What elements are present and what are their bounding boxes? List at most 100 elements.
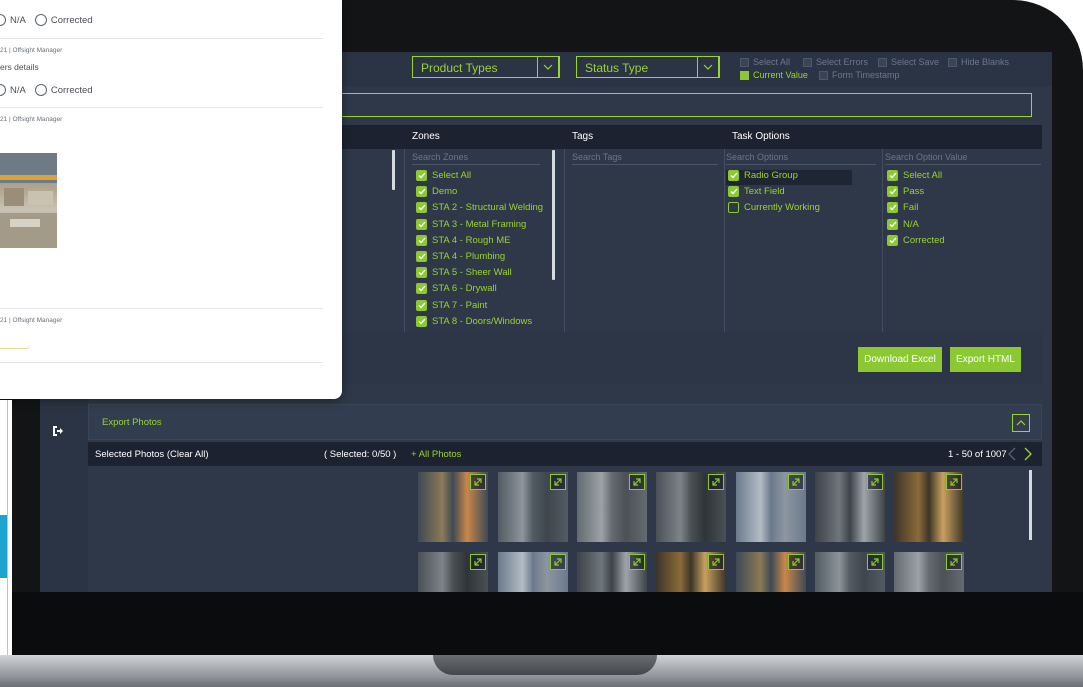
checkbox-checked-icon[interactable] — [887, 218, 898, 230]
checkbox[interactable] — [948, 57, 957, 67]
select-all-option[interactable]: Select All — [740, 57, 790, 67]
zones-scrollbar[interactable] — [552, 150, 555, 280]
product-types-select[interactable]: Product Types — [412, 56, 560, 78]
search-option-value-input[interactable]: Search Option Value — [885, 152, 1041, 165]
search-tags-input[interactable]: Search Tags — [572, 152, 718, 165]
checkbox-checked-icon[interactable] — [416, 218, 427, 230]
checkbox-item[interactable]: STA 8 - Doors/Windows — [416, 315, 532, 327]
checkbox-item[interactable]: Select All — [416, 170, 471, 181]
checkbox-checked-icon[interactable] — [416, 283, 427, 295]
photo-thumbnail[interactable] — [736, 552, 806, 592]
expand-icon[interactable] — [629, 474, 645, 490]
checkbox[interactable] — [878, 57, 887, 67]
checkbox-checked-icon[interactable] — [416, 202, 427, 214]
radio-button[interactable] — [0, 84, 6, 96]
checkbox[interactable] — [819, 70, 828, 80]
checkbox-item[interactable]: Pass — [887, 186, 924, 198]
photo-thumbnail[interactable] — [418, 472, 488, 542]
checkbox[interactable] — [803, 57, 812, 67]
expand-icon[interactable] — [708, 474, 724, 490]
checkbox-item[interactable]: Text Field — [728, 186, 785, 198]
checkbox-item[interactable]: STA 3 - Metal Framing — [416, 218, 526, 230]
checkbox-item[interactable]: Fail — [887, 202, 918, 214]
select-errors-option[interactable]: Select Errors — [803, 57, 868, 67]
photo-thumbnail[interactable] — [577, 472, 647, 542]
collapse-button[interactable] — [1012, 414, 1030, 432]
checkbox-item[interactable]: N/A — [887, 218, 919, 230]
photo-thumbnail[interactable] — [498, 552, 568, 592]
checkbox-item[interactable]: STA 4 - Rough ME — [416, 234, 511, 246]
checkbox-item[interactable]: STA 4 - Plumbing — [416, 251, 505, 262]
photo-thumbnail[interactable] — [894, 552, 964, 592]
radio-button[interactable] — [34, 84, 47, 96]
current-value-option[interactable]: Current Value — [740, 70, 808, 80]
expand-icon[interactable] — [629, 554, 645, 570]
checkbox-item[interactable]: STA 2 - Structural Welding — [416, 202, 543, 214]
scrollbar[interactable] — [392, 150, 395, 190]
expand-icon[interactable] — [550, 554, 566, 570]
photo-thumbnail[interactable] — [894, 472, 964, 542]
radio-button[interactable] — [0, 14, 6, 26]
checkbox-item[interactable]: Radio Group — [728, 170, 798, 181]
checkbox[interactable] — [740, 57, 749, 67]
chevron-right-icon[interactable] — [1022, 446, 1034, 462]
checkbox-checked-icon[interactable] — [416, 170, 427, 181]
hide-blanks-option[interactable]: Hide Blanks — [948, 57, 1009, 67]
expand-icon[interactable] — [788, 474, 804, 490]
checkbox-item[interactable]: STA 7 - Paint — [416, 299, 487, 311]
checkbox-checked-icon[interactable] — [416, 186, 427, 198]
chevron-left-icon[interactable] — [1006, 446, 1018, 462]
checkbox-unchecked-icon[interactable] — [728, 202, 739, 214]
all-photos-link[interactable]: + All Photos — [411, 449, 461, 460]
form-timestamp-option[interactable]: Form Timestamp — [819, 70, 900, 80]
checkbox-item[interactable]: STA 5 - Sheer Wall — [416, 267, 512, 279]
checkbox-checked-icon[interactable] — [416, 315, 427, 327]
checkbox-checked-icon[interactable] — [416, 267, 427, 279]
checkbox-checked-icon[interactable] — [887, 234, 898, 246]
site-photo[interactable] — [0, 153, 57, 248]
checkbox-item[interactable]: Select All — [887, 170, 942, 181]
checkbox-item[interactable]: Corrected — [887, 234, 945, 246]
export-html-button[interactable]: Export HTML — [950, 347, 1021, 372]
expand-icon[interactable] — [867, 474, 883, 490]
checkbox-checked-icon[interactable] — [416, 234, 427, 246]
photos-scrollbar[interactable] — [1029, 470, 1032, 540]
radio-button[interactable] — [34, 14, 47, 26]
photo-thumbnail[interactable] — [498, 472, 568, 542]
select-save-option[interactable]: Select Save — [878, 57, 939, 67]
checkbox-checked-icon[interactable] — [416, 251, 427, 262]
expand-icon[interactable] — [788, 554, 804, 570]
selected-photos-clear-all[interactable]: Selected Photos (Clear All) — [95, 449, 209, 460]
photo-thumbnail[interactable] — [577, 552, 647, 592]
checkbox-checked-icon[interactable] — [728, 186, 739, 198]
photo-thumbnail[interactable] — [418, 552, 488, 592]
expand-icon[interactable] — [470, 554, 486, 570]
checkbox-checked-icon[interactable] — [728, 170, 739, 181]
checkbox-checked-icon[interactable] — [887, 186, 898, 198]
expand-icon[interactable] — [946, 474, 962, 490]
status-type-select[interactable]: Status Type — [576, 56, 720, 78]
photo-thumbnail[interactable] — [736, 472, 806, 542]
expand-icon[interactable] — [550, 474, 566, 490]
checkbox-checked-icon[interactable] — [887, 202, 898, 214]
search-zones-input[interactable]: Search Zones — [412, 152, 540, 165]
search-options-input[interactable]: Search Options — [726, 152, 876, 165]
expand-icon[interactable] — [946, 554, 962, 570]
sign-out-icon[interactable] — [52, 425, 64, 437]
expand-icon[interactable] — [470, 474, 486, 490]
checkbox-label: STA 6 - Drywall — [432, 283, 497, 295]
checkbox-item[interactable]: Currently Working — [728, 202, 820, 214]
checkbox-checked-icon[interactable] — [416, 299, 427, 311]
checkbox-checked[interactable] — [740, 70, 749, 80]
checkbox-item[interactable]: Demo — [416, 186, 457, 198]
photo-thumbnail[interactable] — [815, 552, 885, 592]
photo-thumbnail[interactable] — [656, 472, 726, 542]
inspection-detail-card: N/A Corrected 21 | Offsight Manager ers … — [0, 0, 342, 399]
photo-thumbnail[interactable] — [656, 552, 726, 592]
download-excel-button[interactable]: Download Excel — [858, 347, 942, 372]
expand-icon[interactable] — [708, 554, 724, 570]
checkbox-checked-icon[interactable] — [887, 170, 898, 181]
checkbox-item[interactable]: STA 6 - Drywall — [416, 283, 497, 295]
expand-icon[interactable] — [867, 554, 883, 570]
photo-thumbnail[interactable] — [815, 472, 885, 542]
